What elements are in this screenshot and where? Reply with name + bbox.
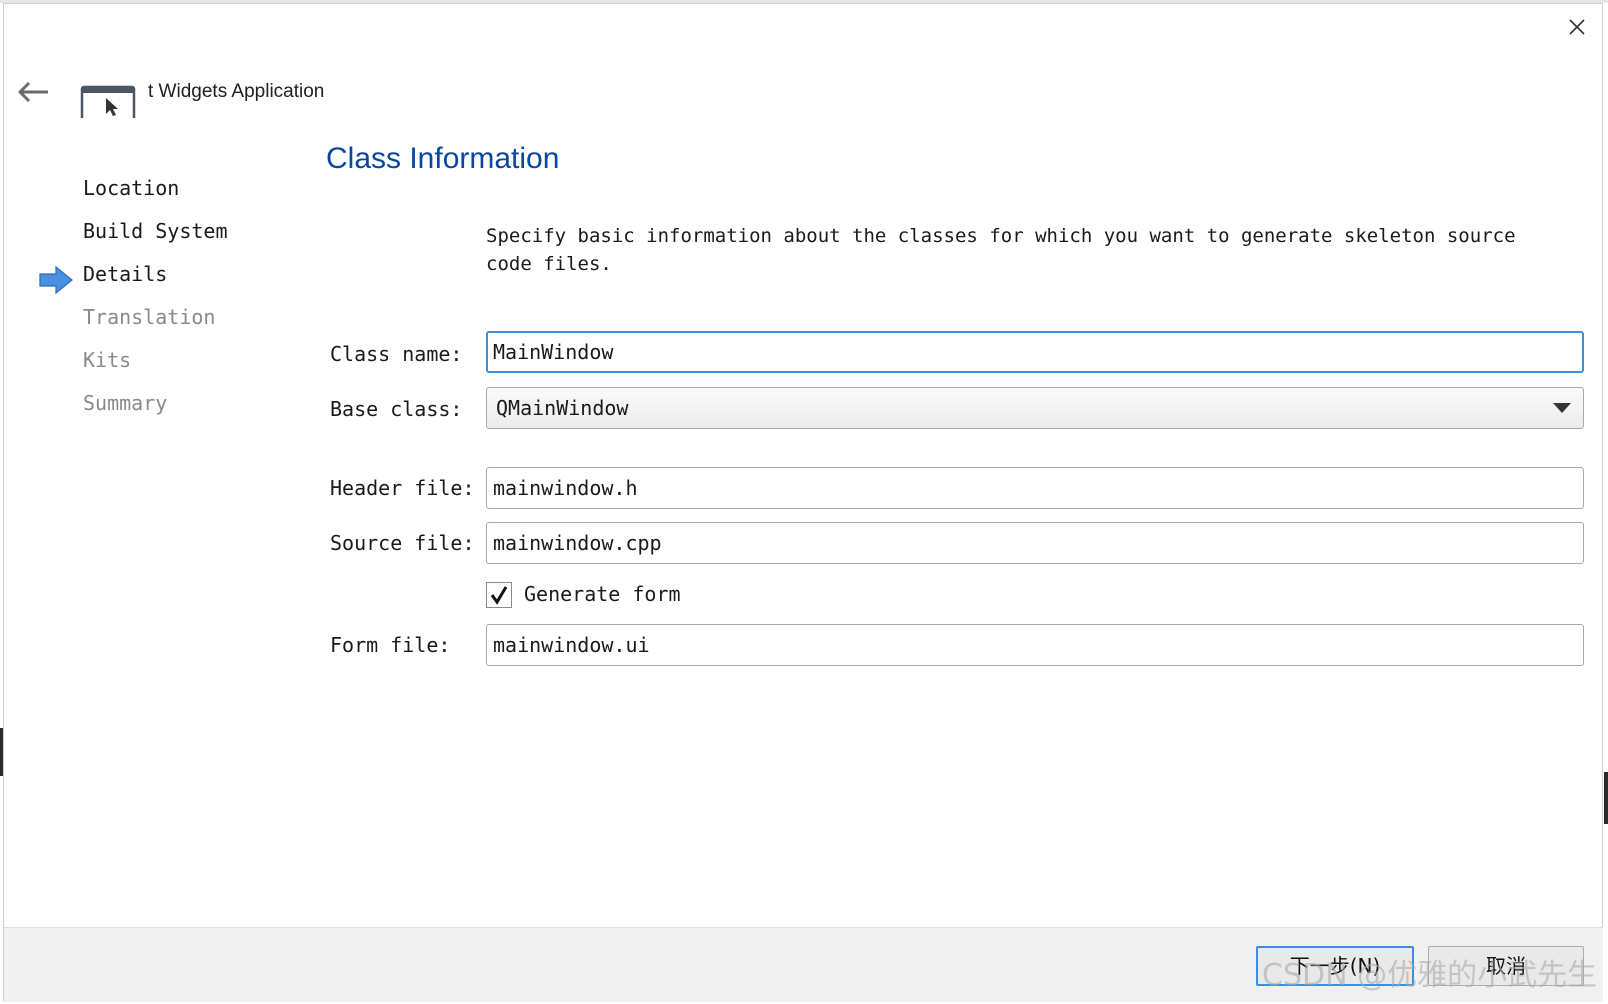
wizard-step-build-system[interactable]: Build System (83, 219, 228, 243)
generate-form-label[interactable]: Generate form (524, 582, 681, 606)
class-name-input[interactable] (486, 331, 1584, 373)
class-name-label: Class name: (330, 342, 463, 366)
base-class-select[interactable]: QMainWindow (486, 387, 1584, 429)
wizard-step-translation[interactable]: Translation (83, 305, 215, 329)
source-file-input[interactable] (486, 522, 1584, 564)
header-file-label: Header file: (330, 476, 475, 500)
page-title: Class Information (326, 142, 560, 175)
close-icon (1569, 19, 1585, 35)
close-button[interactable] (1562, 12, 1592, 42)
app-window-icon (80, 84, 138, 123)
source-file-label: Source file: (330, 531, 475, 555)
wizard-step-kits[interactable]: Kits (83, 348, 131, 372)
checkmark-icon (490, 586, 508, 605)
back-arrow-icon (18, 81, 48, 103)
page-description: Specify basic information about the clas… (486, 225, 1516, 275)
dropdown-arrow-icon[interactable] (1553, 403, 1571, 413)
back-button[interactable] (16, 78, 52, 106)
current-step-arrow-icon (39, 266, 73, 294)
wizard-step-details[interactable]: Details (83, 262, 167, 286)
wizard-app-title: t Widgets Application (148, 81, 325, 102)
window-edge-marker-right (1604, 772, 1608, 824)
header-file-input[interactable] (486, 467, 1584, 509)
generate-form-checkbox[interactable] (486, 582, 512, 608)
wizard-step-location[interactable]: Location (83, 176, 179, 200)
wizard-step-summary[interactable]: Summary (83, 391, 167, 415)
base-class-label: Base class: (330, 397, 463, 421)
base-class-value: QMainWindow (496, 396, 629, 420)
form-file-label: Form file: (330, 633, 451, 657)
form-file-input[interactable] (486, 624, 1584, 666)
watermark: CSDN @优雅的小武先生 (1262, 958, 1598, 993)
